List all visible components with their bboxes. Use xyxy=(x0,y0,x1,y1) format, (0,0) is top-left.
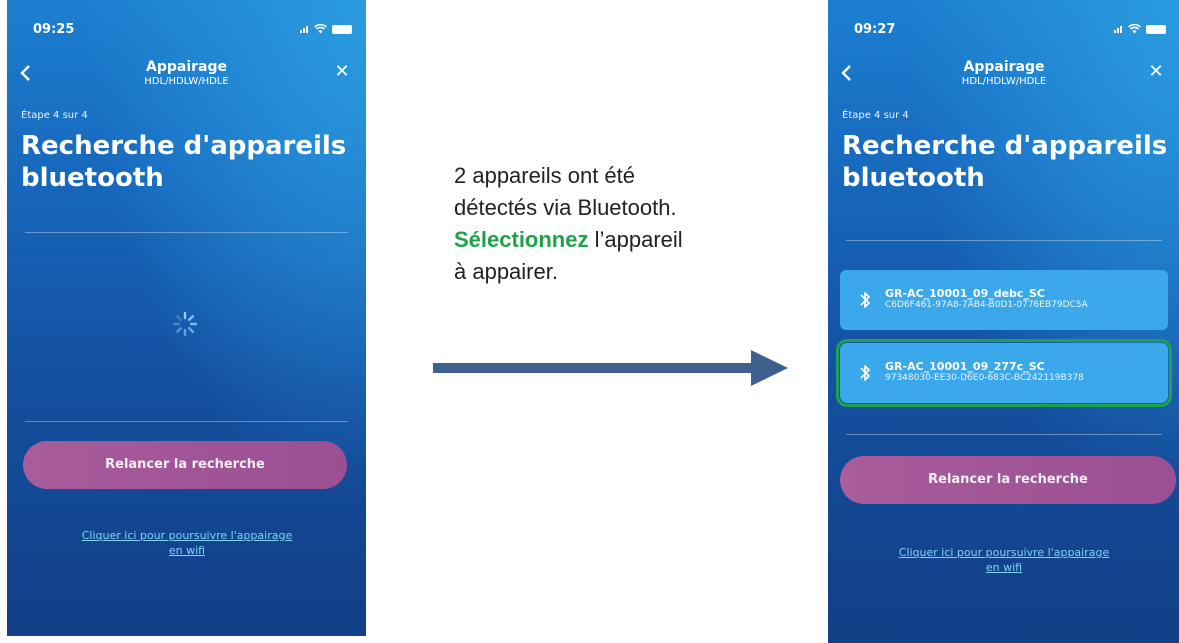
step-indicator: Étape 4 sur 4 xyxy=(842,110,909,121)
page-title-line1: Recherche d'appareils xyxy=(842,131,1168,161)
page-title-line2: bluetooth xyxy=(842,163,985,193)
close-icon[interactable]: ✕ xyxy=(332,62,352,82)
annotation-line4: à appairer. xyxy=(454,259,558,284)
step-indicator: Étape 4 sur 4 xyxy=(21,110,88,121)
nav-title: Appairage xyxy=(146,59,227,75)
nav-title: Appairage xyxy=(963,59,1045,75)
wifi-link-line2: en wifi xyxy=(168,544,206,557)
arrow-right-icon xyxy=(433,350,788,386)
annotation-line3: Sélectionnez l’appareil xyxy=(454,224,784,256)
annotation-line3-rest: l’appareil xyxy=(588,227,683,252)
wifi-link-line1: Cliquer ici pour poursuivre l'appairage xyxy=(898,546,1110,559)
bluetooth-icon xyxy=(860,292,870,308)
nav-subtitle: HDL/HDLW/HDLE xyxy=(961,76,1047,87)
status-time: 09:27 xyxy=(854,22,896,37)
divider-top xyxy=(846,240,1162,241)
signal-icon xyxy=(1114,25,1123,33)
battery-icon xyxy=(1146,24,1166,34)
page-title: Recherche d'appareils bluetooth xyxy=(21,130,361,194)
continue-wifi-link[interactable]: Cliquer ici pour poursuivre l'appairage … xyxy=(854,545,1154,575)
device-item[interactable]: GR-AC_10001_09_debc_SC C6D6F461-97A8-7AB… xyxy=(840,270,1168,330)
nav-subtitle: HDL/HDLW/HDLE xyxy=(144,76,229,87)
bluetooth-icon xyxy=(860,365,870,381)
wifi-link-line1: Cliquer ici pour poursuivre l'appairage xyxy=(81,529,293,542)
divider-bottom xyxy=(25,421,348,422)
battery-icon xyxy=(332,24,352,34)
annotation-line2: détectés via Bluetooth. xyxy=(454,195,677,220)
divider-bottom xyxy=(846,434,1162,435)
divider-top xyxy=(25,232,348,233)
retry-search-button[interactable]: Relancer la recherche xyxy=(840,456,1176,504)
signal-icon xyxy=(300,25,309,33)
annotation-text: 2 appareils ont été détectés via Bluetoo… xyxy=(454,160,784,288)
device-uuid: C6D6F461-97A8-7AB4-B0D1-0776EB79DC5A xyxy=(885,300,1088,310)
status-time: 09:25 xyxy=(33,22,75,37)
retry-search-button[interactable]: Relancer la recherche xyxy=(23,441,347,489)
close-icon[interactable]: ✕ xyxy=(1146,62,1166,82)
annotation-line1: 2 appareils ont été xyxy=(454,163,636,188)
wifi-icon xyxy=(314,24,327,34)
status-icons xyxy=(1114,24,1166,34)
wifi-icon xyxy=(1128,24,1141,34)
page-title: Recherche d'appareils bluetooth xyxy=(842,130,1179,194)
phone-screen-left: 09:25 Appairage HDL/HDLW/HDLE ✕ Étape 4 … xyxy=(7,0,366,636)
status-icons xyxy=(300,24,352,34)
page-title-line2: bluetooth xyxy=(21,163,164,193)
status-bar: 09:27 xyxy=(828,0,1179,48)
wifi-link-line2: en wifi xyxy=(985,561,1023,574)
page-title-line1: Recherche d'appareils xyxy=(21,131,347,161)
phone-screen-right: 09:27 Appairage HDL/HDLW/HDLE ✕ Étape 4 … xyxy=(828,0,1179,643)
device-name: GR-AC_10001_09_277c_SC xyxy=(885,360,1045,373)
device-item-selected[interactable]: GR-AC_10001_09_277c_SC 97348030-EE30-D6E… xyxy=(836,339,1172,407)
status-bar: 09:25 xyxy=(7,0,366,48)
device-uuid: 97348030-EE30-D6E0-683C-BC242119B378 xyxy=(885,373,1084,383)
spinner-icon xyxy=(172,311,198,337)
annotation-highlight: Sélectionnez xyxy=(454,227,589,252)
continue-wifi-link[interactable]: Cliquer ici pour poursuivre l'appairage … xyxy=(37,528,337,558)
device-name: GR-AC_10001_09_debc_SC xyxy=(885,287,1045,300)
